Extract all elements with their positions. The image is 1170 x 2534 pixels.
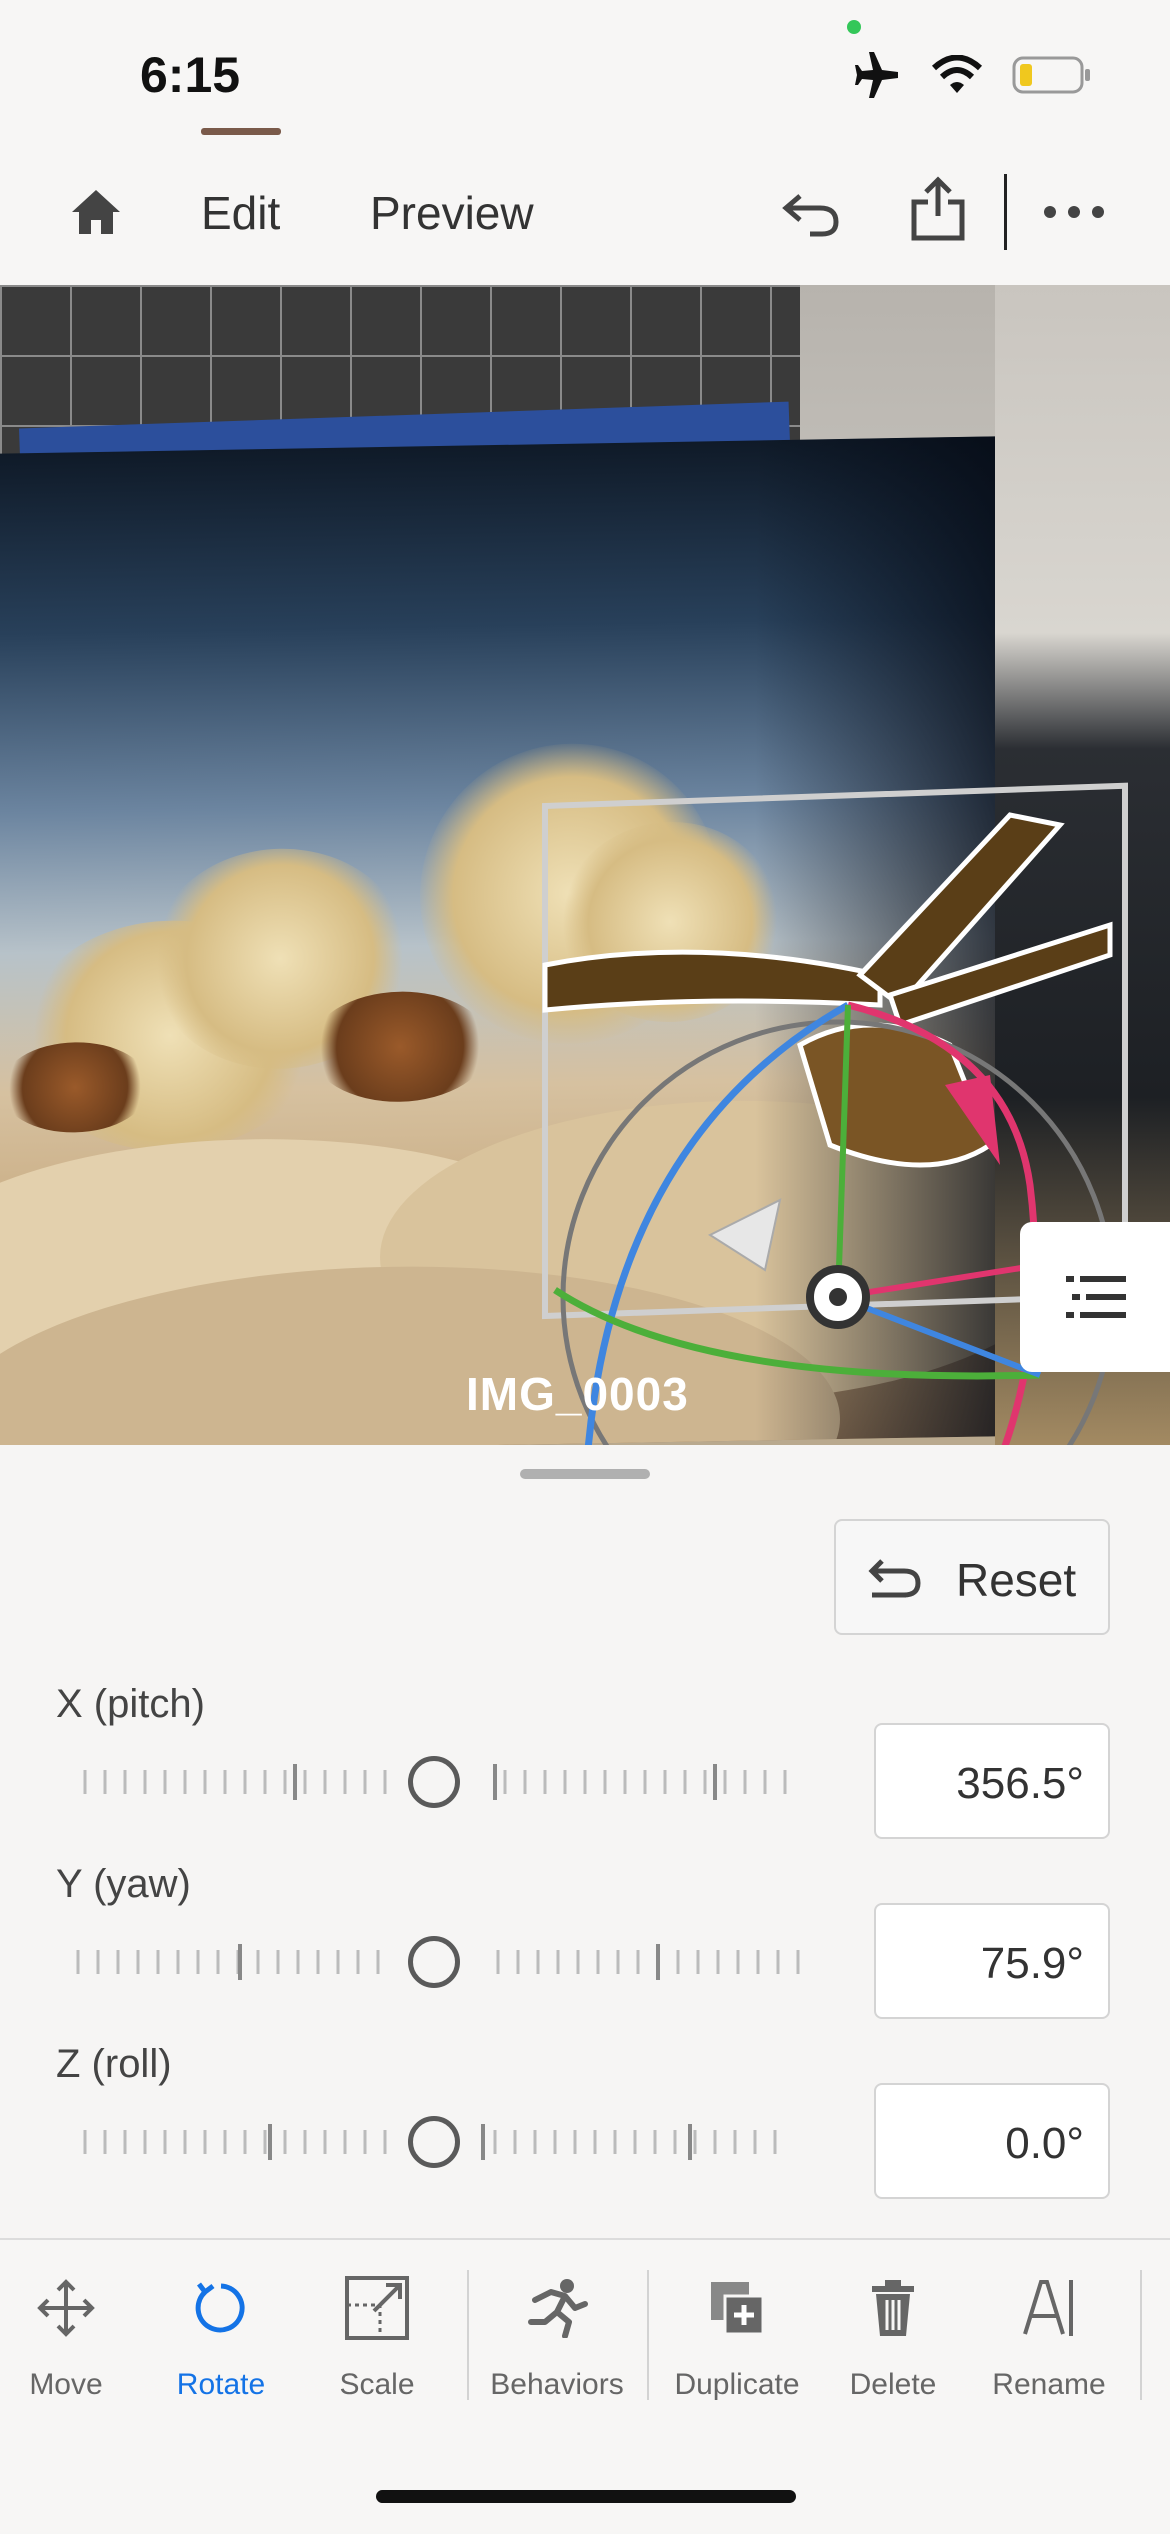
roll-value: 0.0° bbox=[1005, 2119, 1084, 2168]
roll-value-field[interactable]: 0.0° bbox=[874, 2083, 1110, 2199]
yaw-value-field[interactable]: 75.9° bbox=[874, 1903, 1110, 2019]
toolbar-divider bbox=[1140, 2270, 1142, 2400]
duplicate-icon bbox=[707, 2278, 767, 2343]
trash-icon bbox=[868, 2278, 918, 2343]
delete-button[interactable]: Delete bbox=[818, 2270, 968, 2402]
share-icon[interactable] bbox=[908, 176, 968, 247]
scale-button[interactable]: Scale bbox=[302, 2270, 452, 2402]
home-icon[interactable] bbox=[68, 186, 124, 243]
behaviors-button[interactable]: Behaviors bbox=[482, 2270, 632, 2402]
rename-button[interactable]: Rename bbox=[974, 2270, 1124, 2402]
pitch-value-field[interactable]: 356.5° bbox=[874, 1723, 1110, 1839]
ar-viewport[interactable]: IMG_0003 bbox=[0, 285, 1170, 1445]
rotation-gizmo[interactable] bbox=[0, 285, 1170, 1445]
duplicate-label: Duplicate bbox=[674, 2368, 800, 2401]
toolbar-divider bbox=[647, 2270, 649, 2400]
pitch-label: X (pitch) bbox=[56, 1682, 205, 1726]
move-icon bbox=[36, 2278, 96, 2343]
wifi-icon bbox=[930, 54, 984, 100]
roll-label: Z (roll) bbox=[56, 2042, 172, 2086]
rename-icon bbox=[1021, 2278, 1077, 2343]
undo-icon[interactable] bbox=[780, 188, 842, 243]
privacy-indicator bbox=[847, 20, 861, 34]
active-tab-indicator bbox=[201, 128, 281, 135]
rotate-button[interactable]: Rotate bbox=[146, 2270, 296, 2402]
scale-icon bbox=[344, 2275, 410, 2346]
yaw-slider-knob[interactable] bbox=[408, 1936, 460, 1988]
list-icon bbox=[1066, 1272, 1126, 1327]
layers-list-button[interactable] bbox=[1020, 1222, 1170, 1372]
top-bar: Edit Preview bbox=[0, 150, 1170, 285]
header-divider bbox=[1004, 174, 1007, 250]
status-bar: 6:15 bbox=[0, 0, 1170, 150]
sheet-drag-handle[interactable] bbox=[520, 1469, 650, 1479]
tab-edit[interactable]: Edit bbox=[201, 186, 280, 240]
delete-label: Delete bbox=[849, 2368, 937, 2401]
rename-label: Rename bbox=[992, 2368, 1106, 2401]
move-button[interactable]: Move bbox=[0, 2270, 141, 2402]
reset-label: Reset bbox=[956, 1554, 1077, 1606]
more-icon[interactable] bbox=[1042, 204, 1106, 225]
object-label: IMG_0003 bbox=[466, 1368, 689, 1420]
roll-slider-knob[interactable] bbox=[408, 2116, 460, 2168]
pitch-slider-knob[interactable] bbox=[408, 1756, 460, 1808]
scale-label: Scale bbox=[339, 2368, 415, 2401]
status-time: 6:15 bbox=[140, 47, 241, 103]
pitch-value: 356.5° bbox=[956, 1759, 1084, 1808]
reset-icon bbox=[868, 1557, 924, 1606]
behaviors-icon bbox=[525, 2278, 589, 2343]
toolbar-divider bbox=[467, 2270, 469, 2400]
reset-button[interactable]: Reset bbox=[834, 1519, 1110, 1635]
duplicate-button[interactable]: Duplicate bbox=[662, 2270, 812, 2402]
behaviors-label: Behaviors bbox=[490, 2368, 624, 2401]
tab-preview[interactable]: Preview bbox=[370, 186, 534, 240]
yaw-value: 75.9° bbox=[980, 1939, 1084, 1988]
battery-icon bbox=[1012, 55, 1092, 100]
home-indicator[interactable] bbox=[376, 2490, 796, 2503]
yaw-label: Y (yaw) bbox=[56, 1862, 191, 1906]
rotate-icon bbox=[191, 2278, 251, 2343]
rotate-label: Rotate bbox=[176, 2368, 266, 2401]
move-label: Move bbox=[29, 2368, 103, 2401]
airplane-mode-icon bbox=[852, 52, 902, 103]
